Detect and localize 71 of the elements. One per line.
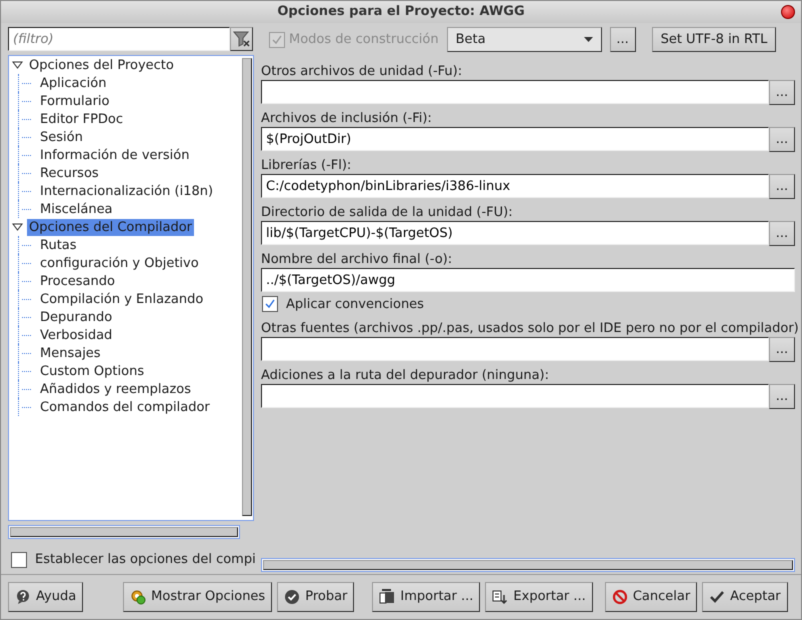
tree-item[interactable]: Formulario — [38, 92, 112, 110]
filter-field[interactable]: (filtro) — [8, 27, 230, 51]
dialog-button[interactable]: Ayuda — [8, 582, 84, 612]
scrollbar[interactable] — [8, 525, 240, 539]
clear-filter-button[interactable] — [230, 27, 253, 51]
collapse-icon[interactable] — [12, 223, 24, 231]
checkbox[interactable] — [11, 552, 27, 568]
close-button[interactable] — [781, 5, 795, 19]
tree-item[interactable]: Depurando — [38, 308, 114, 326]
tree-item[interactable]: Custom Options — [38, 362, 146, 380]
tree-item[interactable]: Internacionalización (i18n) — [38, 182, 216, 200]
field-label: Archivos de inclusión (-Fi): — [261, 110, 433, 127]
checkbox-label: Modos de construcción — [289, 30, 439, 49]
prohibited-icon — [612, 589, 628, 605]
dialog-button[interactable]: Importar ... — [372, 582, 480, 612]
tree-item[interactable]: configuración y Objetivo — [38, 254, 201, 272]
field-label: Otras fuentes (archivos .pp/.pas, usados solo por el IDE pero no por el compilador) — [261, 320, 795, 337]
check-circle-icon — [284, 589, 300, 605]
import-icon — [379, 589, 396, 605]
collapse-icon[interactable] — [12, 61, 24, 69]
dialog-button[interactable]: Probar — [277, 582, 354, 612]
tree-item[interactable]: Recursos — [38, 164, 101, 182]
tree-item[interactable]: Opciones del Compilador — [27, 218, 194, 236]
path-field[interactable] — [261, 80, 769, 104]
field-label: Librerías (-Fl): — [261, 157, 352, 174]
browse-button[interactable]: ... — [769, 337, 795, 362]
help-icon — [15, 589, 31, 605]
dialog-button[interactable]: Cancelar — [604, 582, 698, 612]
path-field[interactable] — [261, 337, 769, 361]
tree-item[interactable]: Mensajes — [38, 344, 103, 362]
dialog-button[interactable]: Mostrar Opciones — [123, 582, 272, 612]
browse-button[interactable]: ... — [769, 80, 795, 105]
tree-item[interactable]: Opciones del Proyecto — [27, 56, 176, 74]
tree-item[interactable]: Información de versión — [38, 146, 192, 164]
funnel-icon — [232, 31, 250, 47]
caret-icon — [584, 37, 593, 42]
browse-button[interactable]: ... — [769, 384, 795, 409]
dialog-button[interactable]: Exportar ... — [485, 582, 593, 612]
browse-button[interactable]: ... — [769, 221, 795, 246]
field-label: Nombre del archivo final (-o): — [261, 251, 454, 268]
tree-item[interactable]: Aplicación — [38, 74, 108, 92]
scrollbar[interactable] — [261, 558, 795, 572]
field-label: Otros archivos de unidad (-Fu): — [261, 63, 464, 80]
path-field[interactable]: ../$(TargetOS)/awgg — [261, 268, 795, 292]
tree-item[interactable]: Procesando — [38, 272, 117, 290]
check-icon — [271, 34, 283, 46]
field-label: Directorio de salida de la unidad (-FU): — [261, 204, 514, 221]
checkbox-label: Establecer las opciones del compi — [35, 551, 256, 568]
tree-item[interactable]: Sesión — [38, 128, 85, 146]
field-label: Adiciones a la ruta del depurador (ninguna): — [261, 367, 550, 384]
checkbox[interactable] — [262, 296, 278, 312]
dialog-button[interactable]: Aceptar — [702, 582, 788, 612]
tree-item[interactable]: Añadidos y reemplazos — [38, 380, 193, 398]
scrollbar[interactable] — [242, 58, 252, 516]
check-icon — [264, 298, 276, 310]
tree-item[interactable]: Miscelánea — [38, 200, 115, 218]
tree-item[interactable]: Editor FPDoc — [38, 110, 126, 128]
tree-item[interactable]: Comandos del compilador — [38, 398, 212, 416]
path-field[interactable] — [261, 384, 769, 408]
window-title: Opciones para el Proyecto: AWGG — [277, 3, 525, 22]
export-icon — [492, 589, 508, 605]
browse-button[interactable]: ... — [769, 127, 795, 152]
tree-item[interactable]: Rutas — [38, 236, 79, 254]
tree-item[interactable]: Compilación y Enlazando — [38, 290, 206, 308]
tree-item[interactable]: Verbosidad — [38, 326, 114, 344]
check-icon — [709, 589, 726, 605]
path-field[interactable]: $(ProjOutDir) — [261, 127, 769, 151]
path-field[interactable]: lib/$(TargetCPU)-$(TargetOS) — [261, 221, 769, 245]
checkbox-label: Aplicar convenciones — [286, 296, 424, 312]
path-field[interactable]: C:/codetyphon/binLibraries/i386-linux — [261, 174, 769, 198]
browse-button[interactable]: ... — [769, 174, 795, 199]
